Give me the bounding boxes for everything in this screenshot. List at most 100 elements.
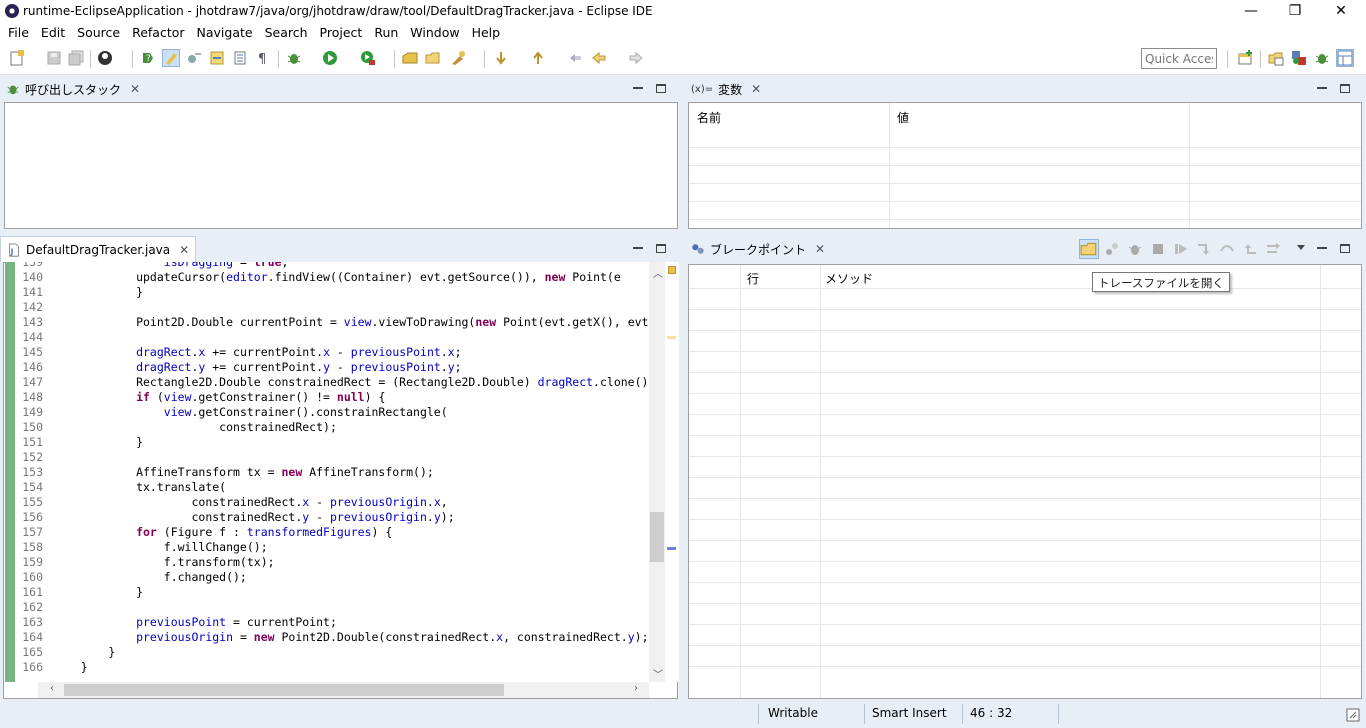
overview-warning-marker[interactable] — [668, 266, 676, 274]
code-line[interactable]: constrainedRect); — [53, 420, 337, 435]
maximize-view-button[interactable] — [1340, 244, 1350, 253]
maximize-view-button[interactable] — [656, 84, 666, 93]
scroll-up-icon[interactable]: ︿ — [653, 265, 663, 280]
resume-icon[interactable] — [1173, 241, 1189, 257]
skip-breakpoints-icon[interactable] — [186, 50, 202, 66]
run-icon[interactable] — [322, 50, 338, 66]
toggle-mark-icon[interactable] — [209, 50, 225, 66]
menu-refactor[interactable]: Refactor — [126, 25, 190, 40]
code-line[interactable]: AffineTransform tx = new AffineTransform… — [53, 465, 434, 480]
forward-icon[interactable] — [628, 50, 644, 66]
code-line[interactable]: isDragging = true; — [53, 262, 289, 270]
close-icon[interactable]: ✕ — [815, 242, 825, 256]
close-icon[interactable]: ✕ — [751, 82, 761, 96]
maximize-view-button[interactable] — [1340, 84, 1350, 93]
code-line[interactable]: f.transform(tx); — [53, 555, 275, 570]
code-line[interactable]: f.willChange(); — [53, 540, 268, 555]
minimize-view-button[interactable] — [633, 247, 643, 249]
close-icon[interactable]: ✕ — [179, 243, 189, 257]
step-into-icon[interactable] — [1196, 241, 1212, 257]
search-tool-icon[interactable] — [450, 50, 466, 66]
notifications-icon[interactable] — [1346, 708, 1360, 722]
back-icon[interactable] — [591, 50, 607, 66]
code-line[interactable]: } — [53, 285, 143, 300]
last-edit-icon[interactable] — [567, 50, 583, 66]
open-type-icon[interactable] — [425, 50, 441, 66]
new-package-icon[interactable] — [402, 50, 418, 66]
view-menu-icon[interactable] — [1295, 241, 1307, 253]
resource-perspective-icon[interactable] — [1268, 50, 1284, 66]
code-line[interactable]: tx.translate( — [53, 480, 226, 495]
debug-target-icon[interactable] — [97, 50, 113, 66]
menu-edit[interactable]: Edit — [35, 25, 71, 40]
code-line[interactable]: constrainedRect.x - previousOrigin.x, — [53, 495, 447, 510]
drop-frame-icon[interactable] — [1265, 241, 1281, 257]
scroll-right-icon[interactable]: › — [634, 683, 638, 694]
code-editor[interactable]: 139 140 141 142 143 144 145 146 147 148 149 150 151 1… — [5, 262, 665, 682]
code-line[interactable]: f.changed(); — [53, 570, 247, 585]
save-icon[interactable] — [46, 50, 62, 66]
debug-bug-icon[interactable] — [1127, 241, 1143, 257]
menu-search[interactable]: Search — [259, 25, 314, 40]
minimize-view-button[interactable] — [1317, 247, 1327, 249]
scrollbar-thumb[interactable] — [64, 684, 504, 696]
save-all-icon[interactable] — [68, 50, 84, 66]
column-header-value[interactable]: 値 — [897, 109, 909, 126]
layout-perspective-icon[interactable] — [1336, 49, 1354, 67]
tab-variables[interactable]: (x)= 変数 ✕ — [685, 77, 767, 101]
debug-bug-icon[interactable] — [286, 50, 302, 66]
menu-help[interactable]: Help — [466, 25, 507, 40]
column-header-method[interactable]: メソッド — [825, 270, 873, 287]
code-line[interactable]: } — [53, 645, 115, 660]
code-line[interactable]: if (view.getConstrainer() != null) { — [53, 390, 385, 405]
tab-breakpoints[interactable]: ブレークポイント ✕ — [685, 237, 831, 261]
minimize-view-button[interactable] — [633, 87, 643, 89]
java-perspective-icon[interactable] — [1291, 50, 1307, 66]
open-perspective-icon[interactable] — [1237, 50, 1253, 66]
quick-access-input[interactable] — [1141, 48, 1217, 69]
menu-window[interactable]: Window — [404, 25, 465, 40]
next-annotation-icon[interactable] — [493, 50, 509, 66]
prev-annotation-icon[interactable] — [530, 50, 546, 66]
code-line[interactable]: constrainedRect.y - previousOrigin.y); — [53, 510, 454, 525]
tab-editor-file[interactable]: J DefaultDragTracker.java ✕ — [0, 236, 197, 262]
code-line[interactable]: Rectangle2D.Double constrainedRect = (Re… — [53, 375, 648, 390]
close-button[interactable]: ✕ — [1318, 0, 1364, 22]
vertical-scrollbar[interactable]: ︿ ﹀ — [649, 262, 665, 682]
block-selection-icon[interactable] — [232, 50, 248, 66]
minimize-button[interactable]: — — [1228, 0, 1274, 22]
overview-marker[interactable] — [667, 336, 676, 339]
run-external-icon[interactable] — [360, 50, 376, 66]
tab-callstack[interactable]: 呼び出しスタック ✕ — [0, 77, 146, 101]
menu-source[interactable]: Source — [71, 25, 126, 40]
group-breakpoints-icon[interactable] — [1104, 241, 1120, 257]
code-line[interactable]: dragRect.x += currentPoint.x - previousP… — [53, 345, 462, 360]
scroll-left-icon[interactable]: ‹ — [50, 683, 54, 694]
code-line[interactable]: } — [53, 585, 143, 600]
code-line[interactable]: Point2D.Double currentPoint = view.viewT… — [53, 315, 648, 330]
column-header-name[interactable]: 名前 — [697, 109, 721, 126]
code-line[interactable]: previousPoint = currentPoint; — [53, 615, 337, 630]
menu-project[interactable]: Project — [314, 25, 369, 40]
code-line[interactable]: view.getConstrainer().constrainRectangle… — [53, 405, 448, 420]
terminate-icon[interactable] — [1150, 241, 1166, 257]
menu-navigate[interactable]: Navigate — [191, 25, 259, 40]
open-trace-file-icon[interactable] — [1079, 239, 1099, 259]
code-line[interactable]: } — [53, 435, 143, 450]
close-icon[interactable]: ✕ — [130, 82, 140, 96]
restore-button[interactable]: ❐ — [1272, 0, 1318, 22]
code-line[interactable]: updateCursor(editor.findView((Container)… — [53, 270, 621, 285]
overview-marker[interactable] — [667, 547, 676, 550]
scroll-down-icon[interactable]: ﹀ — [653, 666, 663, 681]
horizontal-scrollbar[interactable]: ‹ › — [38, 682, 649, 698]
menu-run[interactable]: Run — [368, 25, 404, 40]
scrollbar-thumb[interactable] — [650, 512, 664, 562]
breakpoint-icon[interactable]: ? — [140, 50, 156, 66]
debug-perspective-icon[interactable] — [1314, 50, 1330, 66]
column-header-line[interactable]: 行 — [747, 270, 759, 287]
step-return-icon[interactable] — [1242, 241, 1258, 257]
new-icon[interactable] — [9, 50, 25, 66]
step-over-icon[interactable] — [1219, 241, 1235, 257]
minimize-view-button[interactable] — [1317, 87, 1327, 89]
maximize-view-button[interactable] — [656, 244, 666, 253]
